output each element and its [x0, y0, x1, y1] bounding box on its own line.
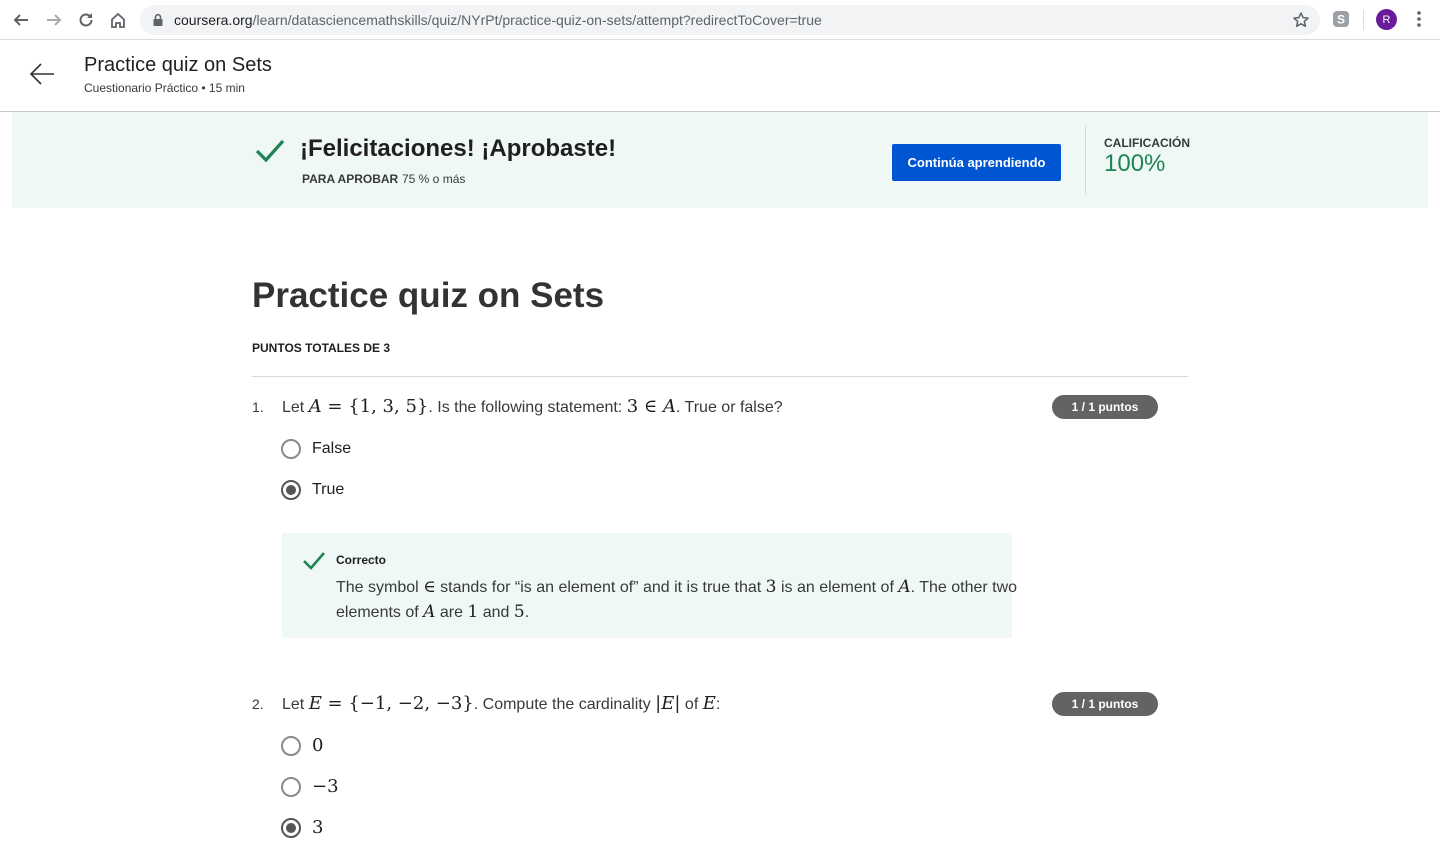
header-subtitle: Cuestionario Práctico • 15 min [84, 81, 245, 95]
congrats-heading: ¡Felicitaciones! ¡Aprobaste! [300, 135, 617, 162]
extension-icon[interactable]: S [1332, 10, 1350, 28]
option-label: −3 [312, 776, 339, 797]
check-icon [255, 138, 285, 169]
result-banner: ¡Felicitaciones! ¡Aprobaste! PARA APROBA… [12, 112, 1428, 208]
browser-menu-icon[interactable] [1410, 8, 1428, 35]
back-icon[interactable] [9, 8, 33, 32]
grade-label: CALIFICACIÓN [1104, 136, 1190, 150]
option-3[interactable]: 3 [281, 817, 323, 838]
question-text: Let E = {−1, −2, −3}. Compute the cardin… [282, 693, 721, 714]
option-label: False [312, 440, 352, 457]
option-label: 3 [312, 817, 324, 838]
option-false[interactable]: False [281, 439, 351, 459]
radio-button-selected[interactable] [281, 480, 301, 500]
url-text: coursera.org/learn/datasciencemathskills… [174, 12, 822, 28]
profile-avatar[interactable]: R [1376, 9, 1397, 30]
address-bar[interactable]: coursera.org/learn/datasciencemathskills… [140, 5, 1320, 35]
question-text: Let A = {1, 3, 5}. Is the following stat… [282, 396, 783, 417]
check-icon [302, 551, 326, 576]
option-label: True [312, 481, 345, 498]
radio-button[interactable] [281, 776, 301, 797]
radio-button[interactable] [281, 735, 301, 756]
lock-icon [152, 13, 164, 32]
option-true[interactable]: True [281, 480, 344, 500]
header-title: Practice quiz on Sets [84, 54, 272, 76]
points-badge: 1 / 1 puntos [1052, 395, 1158, 419]
option-minus-3[interactable]: −3 [281, 776, 339, 797]
toolbar-divider [1363, 10, 1364, 30]
forward-icon[interactable] [42, 8, 66, 32]
question-number: 1. [252, 399, 264, 415]
points-total: PUNTOS TOTALES DE 3 [252, 341, 391, 355]
back-arrow-icon[interactable] [28, 60, 56, 93]
feedback-text: The symbol ∈ stands for “is an element o… [336, 577, 1018, 622]
reload-icon[interactable] [74, 8, 98, 32]
points-badge: 1 / 1 puntos [1052, 692, 1158, 716]
banner-divider [1085, 126, 1086, 194]
grade-value: 100% [1104, 150, 1166, 177]
browser-toolbar: coursera.org/learn/datasciencemathskills… [0, 0, 1440, 40]
continue-learning-button[interactable]: Continúa aprendiendo [892, 144, 1061, 181]
question-number: 2. [252, 696, 264, 712]
pass-threshold: 75 % o más [402, 172, 466, 186]
feedback-title: Correcto [336, 553, 387, 567]
svg-text:S: S [1337, 13, 1345, 27]
home-icon[interactable] [106, 8, 130, 32]
pass-label: PARA APROBAR [302, 172, 399, 186]
feedback-panel: Correcto The symbol ∈ stands for “is an … [282, 533, 1017, 638]
option-0[interactable]: 0 [281, 735, 323, 756]
radio-button-selected[interactable] [281, 817, 301, 838]
page-header: Practice quiz on Sets Cuestionario Práct… [0, 40, 1440, 112]
option-label: 0 [312, 735, 324, 756]
quiz-title: Practice quiz on Sets [252, 276, 605, 315]
radio-button[interactable] [281, 439, 301, 459]
divider [252, 376, 1188, 377]
bookmark-star-icon[interactable] [1292, 11, 1310, 34]
